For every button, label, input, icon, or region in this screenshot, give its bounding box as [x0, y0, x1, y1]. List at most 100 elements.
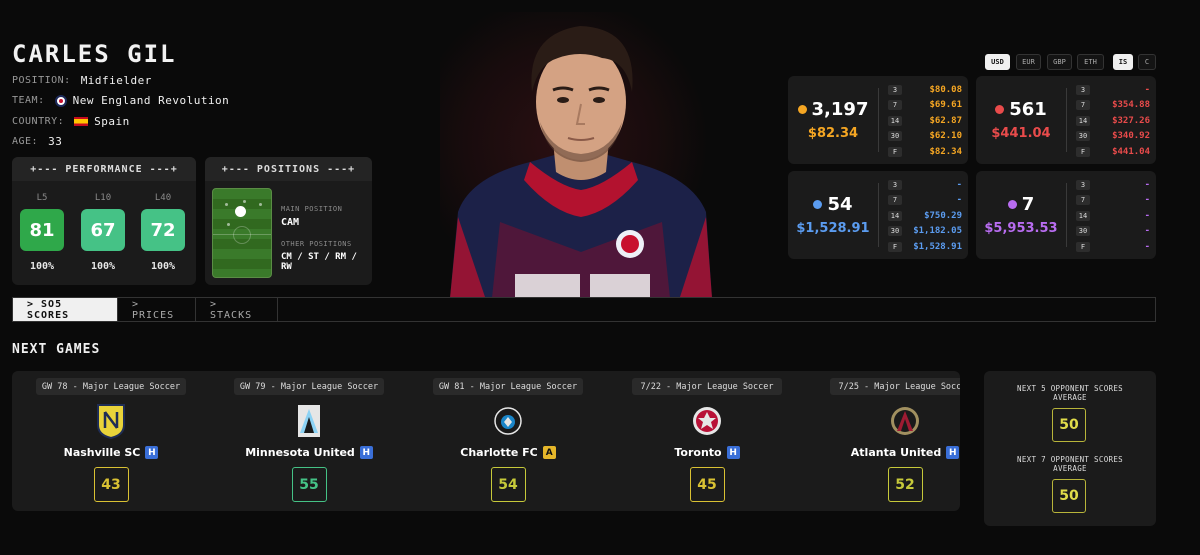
performance-score: 72	[141, 209, 185, 251]
nashville-sc-logo-icon	[94, 403, 128, 439]
currency-eth-button[interactable]: ETH	[1077, 54, 1104, 70]
team-value[interactable]: New England Revolution	[73, 94, 230, 107]
period-key: 30	[1076, 131, 1090, 142]
game-card[interactable]: GW 78 - Major League Soccer Nashville SC…	[31, 371, 191, 511]
home-away-badge: H	[726, 446, 740, 459]
card-price: $1,528.91	[796, 221, 870, 236]
tab-so5-scores[interactable]: > SO5 SCORES	[13, 298, 118, 321]
period-value: $82.34	[929, 146, 962, 157]
performance-pct: 100%	[150, 261, 176, 272]
game-card[interactable]: 7/22 - Major League Soccer Toronto H 45	[627, 371, 787, 511]
team-crest-icon	[54, 94, 67, 107]
minnesota-united-logo-icon	[292, 403, 326, 439]
game-card[interactable]: 7/25 - Major League Soccer Atlanta Unite…	[825, 371, 960, 511]
team-name: Atlanta United	[850, 446, 942, 459]
spain-flag-icon	[74, 117, 89, 126]
game-gameweek: 7/25 - Major League Soccer	[830, 378, 960, 395]
performance-label: L10	[94, 193, 112, 203]
atlanta-united-logo-icon	[888, 403, 922, 439]
game-gameweek: 7/22 - Major League Soccer	[632, 378, 782, 395]
section-tabs: > SO5 SCORES > PRICES > STACKS	[12, 297, 1156, 322]
home-away-badge: H	[359, 446, 373, 459]
price-card-unique: 7 $5,953.53 3 - 7 - 14 - 30 - F -	[976, 171, 1156, 259]
period-value: -	[1144, 226, 1150, 237]
age-value: 33	[48, 135, 63, 148]
performance-card: +--- PERFORMANCE ---+ L5 81 100% L10 67 …	[12, 157, 196, 285]
toggle-c-button[interactable]: C	[1138, 54, 1156, 70]
home-away-badge: H	[145, 446, 159, 459]
period-value: $62.10	[929, 131, 962, 142]
next7-average-label: NEXT 7 OPPONENT SCORES AVERAGE	[1017, 455, 1123, 473]
next-games-list: GW 78 - Major League Soccer Nashville SC…	[12, 371, 960, 511]
game-gameweek: GW 79 - Major League Soccer	[234, 378, 384, 395]
game-gameweek: GW 78 - Major League Soccer	[36, 378, 186, 395]
performance-label: L5	[36, 193, 48, 203]
game-gameweek: GW 81 - Major League Soccer	[433, 378, 583, 395]
card-price: $441.04	[991, 126, 1051, 141]
team-name: Minnesota United	[245, 446, 355, 459]
tab-prices[interactable]: > PRICES	[118, 298, 196, 321]
period-value: $69.61	[929, 100, 962, 111]
price-card-rare: 561 $441.04 3 - 7 $354.88 14 $327.26 30 $340…	[976, 76, 1156, 164]
toggle-is-button[interactable]: IS	[1113, 54, 1133, 70]
home-away-badge: A	[542, 446, 556, 459]
performance-label: L40	[154, 193, 172, 203]
period-key: 30	[888, 226, 902, 237]
tab-stacks[interactable]: > STACKS	[196, 298, 278, 321]
period-value: -	[1144, 210, 1150, 221]
positions-title: +--- POSITIONS ---+	[205, 157, 372, 181]
card-price: $5,953.53	[984, 221, 1058, 236]
period-value: -	[1144, 84, 1150, 95]
performance-score: 81	[20, 209, 64, 251]
team-name: Charlotte FC	[460, 446, 538, 459]
game-card[interactable]: GW 81 - Major League Soccer Charlotte FC…	[428, 371, 588, 511]
team-label: TEAM:	[12, 95, 45, 106]
period-value: -	[1144, 195, 1150, 206]
period-key: 30	[888, 131, 902, 142]
period-value: $441.04	[1112, 146, 1150, 157]
other-positions-label: OTHER POSITIONS	[281, 240, 352, 248]
game-card[interactable]: GW 79 - Major League Soccer Minnesota Un…	[229, 371, 389, 511]
age-row: AGE: 33	[12, 135, 62, 148]
rarity-dot-icon	[995, 105, 1005, 114]
performance-score: 67	[81, 209, 125, 251]
player-photo	[440, 12, 722, 298]
period-key: 3	[888, 179, 902, 190]
period-key: 7	[888, 195, 902, 206]
period-value: $80.08	[929, 84, 962, 95]
period-key: 7	[888, 100, 902, 111]
positions-card: +--- POSITIONS ---+ MAIN POSITION CAM OT…	[205, 157, 372, 285]
player-page: CARLES GIL POSITION: Midfielder TEAM: Ne…	[0, 0, 1200, 555]
period-key: 7	[1076, 195, 1090, 206]
period-key: 14	[888, 115, 902, 126]
opponent-score: 55	[291, 467, 327, 502]
next7-average-score: 50	[1052, 479, 1086, 513]
age-label: AGE:	[12, 136, 39, 147]
rarity-dot-icon	[813, 200, 823, 209]
period-value: $1,182.05	[913, 226, 962, 237]
period-value: $62.87	[929, 115, 962, 126]
period-value: $750.29	[924, 210, 962, 221]
period-value: -	[1144, 179, 1150, 190]
charlotte-fc-logo-icon	[491, 403, 525, 439]
home-away-badge: H	[946, 446, 960, 459]
currency-eur-button[interactable]: EUR	[1016, 54, 1041, 70]
period-key: 30	[1076, 226, 1090, 237]
card-count: 7	[1021, 194, 1035, 215]
card-count: 561	[1009, 99, 1047, 120]
period-key: F	[1076, 146, 1090, 157]
team-row: TEAM: New England Revolution	[12, 94, 229, 107]
opponent-score: 45	[689, 467, 725, 502]
performance-l40: L40 72 100%	[141, 193, 185, 272]
period-key: 7	[1076, 100, 1090, 111]
opponent-score: 52	[887, 467, 923, 502]
country-label: COUNTRY:	[12, 116, 65, 127]
country-value: Spain	[94, 115, 130, 128]
period-value: $354.88	[1112, 100, 1150, 111]
currency-usd-button[interactable]: USD	[985, 54, 1010, 70]
price-card-limited: 3,197 $82.34 3 $80.08 7 $69.61 14 $62.87 30…	[788, 76, 968, 164]
currency-gbp-button[interactable]: GBP	[1047, 54, 1072, 70]
main-position-value: CAM	[281, 217, 300, 228]
card-count: 54	[827, 194, 853, 215]
next5-average-score: 50	[1052, 408, 1086, 442]
